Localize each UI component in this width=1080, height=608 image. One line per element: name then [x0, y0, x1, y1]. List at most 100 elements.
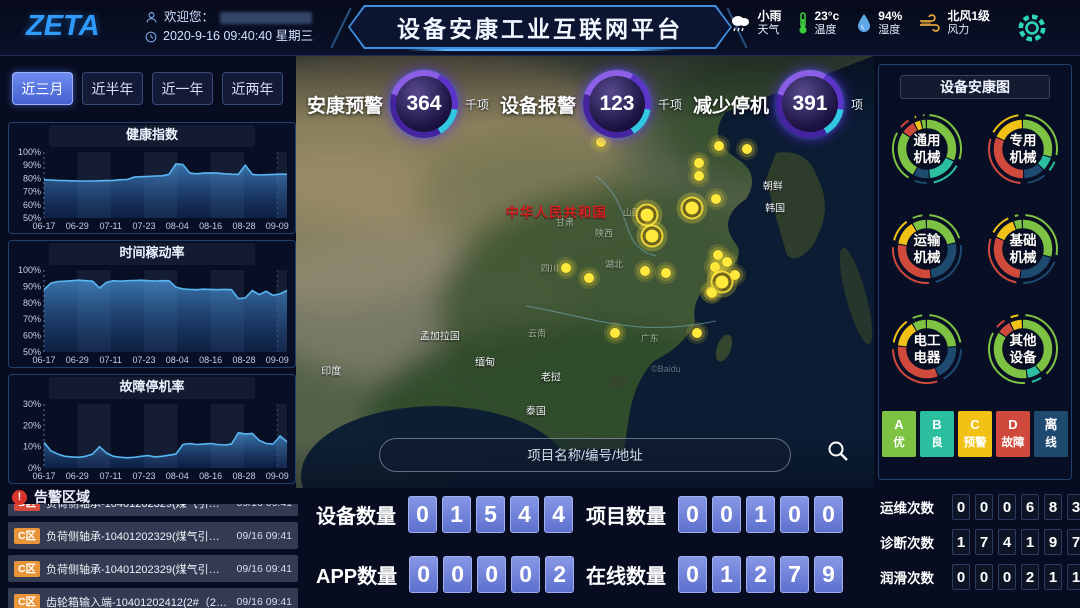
- svg-text:70%: 70%: [23, 187, 41, 197]
- weather-label: 天气: [757, 23, 781, 37]
- platform-title-frame: 设备安康工业互联网平台: [348, 5, 732, 49]
- gauge-transport-machinery[interactable]: 运输机械: [887, 209, 967, 289]
- map-label: 湖北: [605, 257, 623, 270]
- alert-list-item[interactable]: C区 负荷侧轴承-10401202329(煤气引风机电... 09/16 09:…: [8, 555, 298, 582]
- alert-time: 09/16 09:41: [237, 596, 292, 608]
- map-marker[interactable]: [561, 263, 571, 273]
- gauge-special-machinery[interactable]: 专用机械: [983, 109, 1063, 189]
- svg-text:07-11: 07-11: [99, 355, 121, 365]
- map-marker[interactable]: [596, 137, 606, 147]
- map-label: 云南: [528, 326, 546, 339]
- digit-box: 4: [510, 496, 539, 533]
- map-marker[interactable]: [694, 171, 704, 181]
- filter-button-1year[interactable]: 近一年: [152, 72, 213, 105]
- filter-button-3months[interactable]: 近三月: [12, 72, 73, 105]
- alert-icon: !: [12, 490, 27, 505]
- map-marker[interactable]: [742, 144, 752, 154]
- stat-label: APP数量: [316, 560, 397, 589]
- humidity-drop-icon: [855, 12, 873, 34]
- map-marker[interactable]: [610, 328, 620, 338]
- map-marker[interactable]: [692, 328, 702, 338]
- digit-box: 9: [814, 556, 843, 593]
- map-marker[interactable]: [694, 158, 704, 168]
- alert-text: 负荷侧轴承-10401202329(煤气引风机电...: [46, 561, 231, 577]
- alert-list-item[interactable]: C区 负荷侧轴承-10401202329(煤气引风机电... 09/16 09:…: [8, 522, 298, 549]
- china-map[interactable]: 中华人民共和国朝鲜韩国孟加拉国缅甸老挝泰国印度甘肃陕西山西四川湖北云南广东©Ba…: [296, 56, 874, 488]
- stat-label: 设备数量: [316, 500, 396, 529]
- svg-text:100%: 100%: [18, 147, 41, 157]
- alert-area-title: 告警区域: [34, 487, 90, 507]
- rain-cloud-icon: [728, 12, 752, 34]
- datetime: 2020-9-16 09:40:40 星期三: [163, 27, 313, 46]
- map-marker[interactable]: [714, 141, 724, 151]
- map-label: 广东: [641, 332, 659, 345]
- gauge-general-machinery[interactable]: 通用机械: [887, 109, 967, 189]
- kpi-label: 安康预警: [307, 91, 383, 118]
- gauge-electrical-equipment[interactable]: 电工电器: [887, 309, 967, 389]
- map-label: 韩国: [765, 199, 785, 214]
- svg-text:07-23: 07-23: [132, 471, 155, 481]
- digit-box: 1: [1044, 564, 1062, 590]
- svg-text:10%: 10%: [23, 442, 41, 452]
- search-input[interactable]: [379, 438, 791, 472]
- digit-box: 9: [1044, 529, 1062, 555]
- map-marker[interactable]: [707, 288, 717, 298]
- alert-list[interactable]: D区 负荷侧轴承-10401202329(煤气引风机电... 09/16 09:…: [8, 504, 298, 608]
- map-marker[interactable]: [730, 270, 740, 280]
- map-label: 山西: [623, 205, 641, 218]
- digit-box: 7: [780, 556, 809, 593]
- svg-text:09-09: 09-09: [266, 221, 289, 231]
- map-marker[interactable]: [685, 202, 698, 215]
- counter-label: 润滑次数: [880, 567, 942, 587]
- map-label: 甘肃: [556, 215, 574, 228]
- map-marker[interactable]: [640, 266, 650, 276]
- kpi-label: 设备报警: [500, 91, 576, 118]
- online-count: 在线数量 01279: [586, 556, 843, 593]
- digit-box: 0: [409, 556, 438, 593]
- svg-text:07-23: 07-23: [132, 221, 155, 231]
- svg-text:100%: 100%: [18, 265, 41, 275]
- digit-box: 6: [1021, 494, 1039, 520]
- weather-item: 94% 湿度: [855, 9, 902, 37]
- map-marker[interactable]: [722, 257, 732, 267]
- digit-box: 1: [746, 496, 775, 533]
- panel-title: 设备安康图: [900, 75, 1050, 99]
- weather-item: 23°c 温度: [797, 9, 839, 37]
- header: ZETA 欢迎您： 2020-9-16 09:40:40 星期三: [0, 0, 1080, 56]
- gauge-other-equipment[interactable]: 其他设备: [983, 309, 1063, 389]
- digit-box: 0: [780, 496, 809, 533]
- settings-gear-icon[interactable]: [1016, 12, 1048, 49]
- filter-button-2years[interactable]: 近两年: [222, 72, 283, 105]
- digit-box: 2: [545, 556, 574, 593]
- map-marker[interactable]: [584, 273, 594, 283]
- equipment-health-panel: 设备安康图 通用机械 专用机械 运输机械 基础机械 电工电器 其他设备 A优 B…: [878, 64, 1072, 480]
- search-icon[interactable]: [826, 439, 850, 468]
- map-marker[interactable]: [661, 268, 671, 278]
- downtime-rate-chart: 0%10%20%30%06-1706-2907-1107-2308-0408-1…: [11, 399, 293, 481]
- weather-label: 湿度: [878, 23, 902, 37]
- gauge-basic-machinery[interactable]: 基础机械: [983, 209, 1063, 289]
- stat-digits: 00002: [409, 556, 574, 593]
- map-label: 缅甸: [475, 353, 495, 368]
- digit-box: 2: [1021, 564, 1039, 590]
- map-marker[interactable]: [711, 194, 721, 204]
- digit-box: 1: [1067, 564, 1080, 590]
- map-marker[interactable]: [646, 230, 659, 243]
- filter-button-6months[interactable]: 近半年: [82, 72, 143, 105]
- svg-text:09-09: 09-09: [266, 355, 289, 365]
- counter-label: 诊断次数: [880, 532, 942, 552]
- kpi-ring: 391: [776, 70, 844, 138]
- alert-text: 负荷侧轴承-10401202329(煤气引风机电...: [46, 528, 231, 544]
- alert-area-header: ! 告警区域: [12, 487, 90, 507]
- map-marker[interactable]: [715, 275, 728, 288]
- kpi-health-warning: 安康预警 364 千项: [307, 70, 489, 138]
- alert-list-item[interactable]: C区 齿轮箱输入端-10401202412(2#（2V）... 09/16 09…: [8, 588, 298, 608]
- svg-text:60%: 60%: [23, 200, 41, 210]
- kpi-unit: 千项: [658, 96, 682, 113]
- digit-box: 8: [1044, 494, 1062, 520]
- map-marker[interactable]: [640, 208, 653, 221]
- weather-value: 23°c: [814, 9, 839, 23]
- map-label: 四川: [541, 262, 559, 275]
- map-marker[interactable]: [713, 250, 723, 260]
- stat-label: 项目数量: [586, 500, 666, 529]
